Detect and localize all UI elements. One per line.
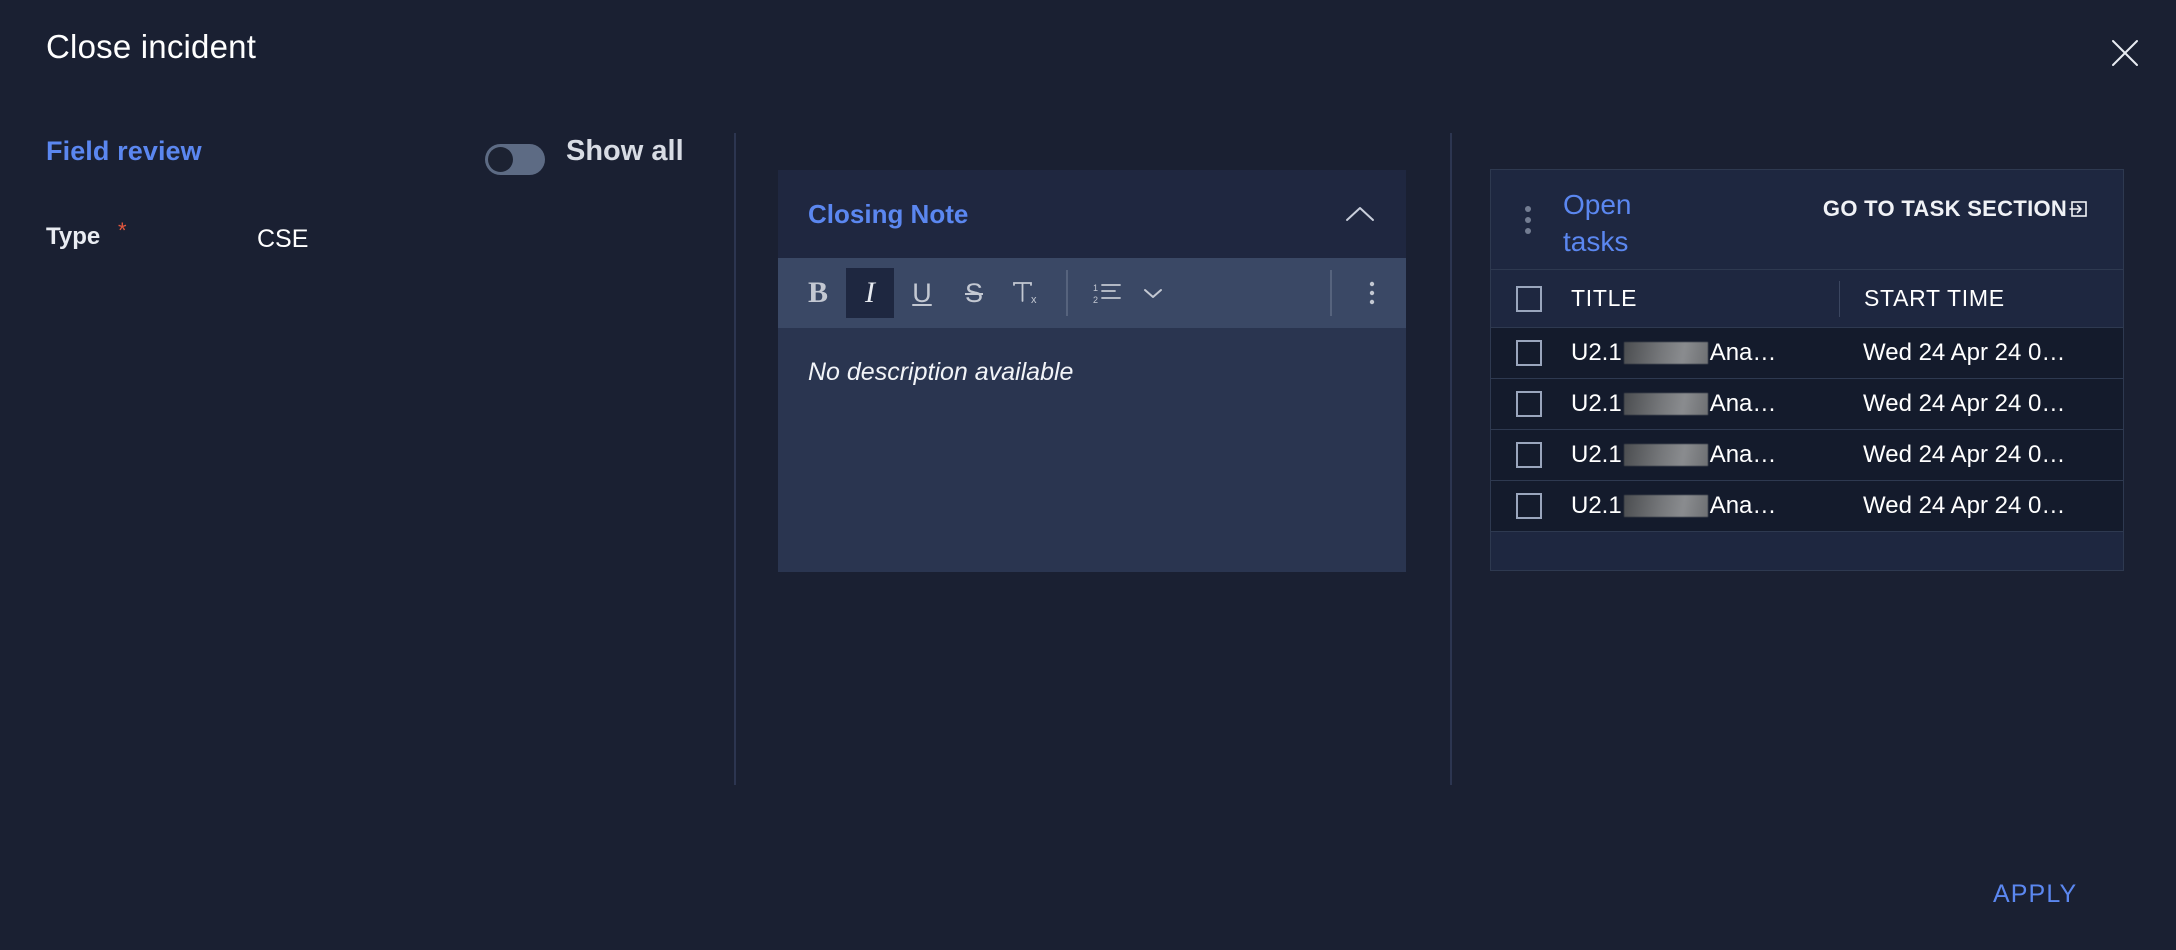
toolbar-separator-right <box>1330 270 1332 316</box>
task-table-header: TITLE START TIME <box>1491 270 2123 328</box>
bold-button[interactable]: B <box>794 268 842 318</box>
row-checkbox-cell <box>1491 493 1567 519</box>
row-title-prefix: U2.1 <box>1571 390 1622 418</box>
type-required-marker: * <box>118 218 127 244</box>
row-checkbox[interactable] <box>1516 493 1542 519</box>
row-title-prefix: U2.1 <box>1571 492 1622 520</box>
column-header-start-time: START TIME <box>1864 285 2005 312</box>
row-title-cell: U2.1 Ana… <box>1567 441 1839 469</box>
column-header-start-time-cell: START TIME <box>1840 285 2123 312</box>
chevron-down-icon[interactable] <box>1136 268 1170 318</box>
row-title: U2.1 Ana… <box>1571 390 1776 418</box>
type-field-label: Type <box>46 223 100 251</box>
svg-text:1: 1 <box>1093 283 1098 293</box>
select-all-checkbox-cell <box>1491 286 1567 312</box>
row-checkbox-cell <box>1491 442 1567 468</box>
svg-text:2: 2 <box>1093 295 1098 305</box>
row-start-time-cell: Wed 24 Apr 24 0… <box>1839 390 2123 418</box>
open-tasks-panel: Open tasks GO TO TASK SECTION TITLE STAR… <box>1490 169 2124 571</box>
numbered-list-icon[interactable]: 1 2 <box>1084 268 1132 318</box>
italic-button[interactable]: I <box>846 268 894 318</box>
apply-button[interactable]: APPLY <box>1993 880 2077 909</box>
underline-button[interactable]: U <box>898 268 946 318</box>
row-title-suffix: Ana… <box>1710 390 1777 418</box>
drag-handle-icon[interactable] <box>1525 206 1531 234</box>
row-start-time: Wed 24 Apr 24 0… <box>1863 390 2065 418</box>
open-tasks-title[interactable]: Open tasks <box>1563 186 1693 260</box>
row-start-time-cell: Wed 24 Apr 24 0… <box>1839 492 2123 520</box>
row-title-suffix: Ana… <box>1710 441 1777 469</box>
field-review-heading: Field review <box>46 136 202 167</box>
row-checkbox[interactable] <box>1516 391 1542 417</box>
svg-text:x: x <box>1031 294 1037 306</box>
remove-format-icon[interactable]: x <box>1002 268 1050 318</box>
row-title-cell: U2.1 Ana… <box>1567 339 1839 367</box>
closing-note-placeholder: No description available <box>808 358 1376 387</box>
show-all-label: Show all <box>566 135 684 168</box>
row-title: U2.1 Ana… <box>1571 492 1776 520</box>
go-to-task-section-label: GO TO TASK SECTION <box>1823 196 2067 221</box>
row-title-cell: U2.1 Ana… <box>1567 390 1839 418</box>
closing-note-panel: Closing Note B I U S x 1 2 <box>778 170 1406 572</box>
row-checkbox-cell <box>1491 391 1567 417</box>
row-title-suffix: Ana… <box>1710 339 1777 367</box>
row-start-time: Wed 24 Apr 24 0… <box>1863 492 2065 520</box>
table-row[interactable]: U2.1 Ana… Wed 24 Apr 24 0… <box>1491 379 2123 430</box>
closing-note-editor[interactable]: No description available <box>778 328 1406 572</box>
row-title-prefix: U2.1 <box>1571 339 1622 367</box>
divider-right <box>1450 133 1452 785</box>
external-link-icon <box>2069 195 2089 229</box>
field-review-section: Field review Show all Type * CSE <box>0 120 735 800</box>
select-all-checkbox[interactable] <box>1516 286 1542 312</box>
row-title-prefix: U2.1 <box>1571 441 1622 469</box>
row-start-time: Wed 24 Apr 24 0… <box>1863 441 2065 469</box>
row-title-cell: U2.1 Ana… <box>1567 492 1839 520</box>
close-incident-dialog: Close incident Field review Show all Typ… <box>0 0 2176 950</box>
more-options-icon[interactable] <box>1348 268 1396 318</box>
show-all-toggle[interactable] <box>485 144 545 175</box>
row-checkbox[interactable] <box>1516 340 1542 366</box>
column-header-title: TITLE <box>1571 285 1637 312</box>
row-title-suffix: Ana… <box>1710 492 1777 520</box>
redacted-text <box>1624 444 1708 466</box>
close-icon[interactable] <box>2102 30 2148 76</box>
row-start-time-cell: Wed 24 Apr 24 0… <box>1839 339 2123 367</box>
closing-note-toolbar: B I U S x 1 2 <box>778 258 1406 328</box>
row-checkbox-cell <box>1491 340 1567 366</box>
chevron-up-icon[interactable] <box>1338 192 1382 236</box>
row-checkbox[interactable] <box>1516 442 1542 468</box>
type-field-value: CSE <box>257 225 308 254</box>
table-row[interactable]: U2.1 Ana… Wed 24 Apr 24 0… <box>1491 328 2123 379</box>
go-to-task-section-button[interactable]: GO TO TASK SECTION <box>1821 192 2091 229</box>
row-start-time-cell: Wed 24 Apr 24 0… <box>1839 441 2123 469</box>
row-title: U2.1 Ana… <box>1571 441 1776 469</box>
row-start-time: Wed 24 Apr 24 0… <box>1863 339 2065 367</box>
open-tasks-header: Open tasks GO TO TASK SECTION <box>1491 170 2123 270</box>
toolbar-separator <box>1066 270 1068 316</box>
redacted-text <box>1624 393 1708 415</box>
dialog-title: Close incident <box>46 28 256 66</box>
table-row[interactable]: U2.1 Ana… Wed 24 Apr 24 0… <box>1491 481 2123 532</box>
closing-note-header: Closing Note <box>778 170 1406 258</box>
redacted-text <box>1624 495 1708 517</box>
closing-note-title: Closing Note <box>808 199 968 230</box>
row-title: U2.1 Ana… <box>1571 339 1776 367</box>
redacted-text <box>1624 342 1708 364</box>
column-header-title-cell: TITLE <box>1567 285 1839 312</box>
table-row[interactable]: U2.1 Ana… Wed 24 Apr 24 0… <box>1491 430 2123 481</box>
toggle-knob <box>488 147 513 172</box>
strikethrough-button[interactable]: S <box>950 268 998 318</box>
